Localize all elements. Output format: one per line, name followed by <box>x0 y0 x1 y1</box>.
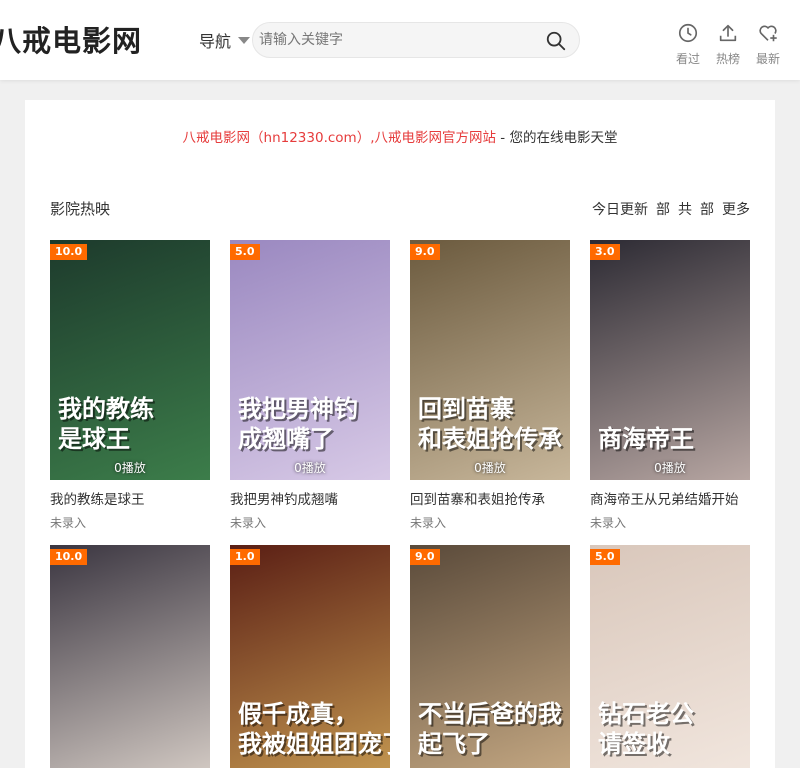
caret-down-icon <box>238 36 251 44</box>
rating-badge: 3.0 <box>590 244 620 260</box>
movie-card[interactable]: 5.0 钻石老公 请签收 <box>590 545 750 768</box>
heart-plus-icon <box>759 25 777 42</box>
rating-badge: 9.0 <box>410 549 440 565</box>
section-link-bu-2[interactable]: 部 <box>700 199 714 219</box>
more-link[interactable]: 更多 <box>722 199 750 219</box>
movie-card[interactable]: 9.0 不当后爸的我 起飞了 <box>410 545 570 768</box>
site-header: 八戒电影网 导航 看过 热榜 <box>0 0 800 80</box>
poster-title-art: 假千成真， 我被姐姐团宠了 <box>238 700 390 758</box>
movie-title[interactable]: 我把男神钓成翘嘴 <box>230 488 390 508</box>
history-button[interactable]: 看过 <box>676 22 700 67</box>
movie-status: 未录入 <box>50 516 87 530</box>
movie-card[interactable]: 10.0 我的教练 是球王 0播放我的教练是球王未录入 <box>50 240 210 531</box>
site-logo[interactable]: 八戒电影网 <box>0 18 142 60</box>
play-count: 0播放 <box>474 461 506 475</box>
movie-poster[interactable]: 10.0 我的教练 是球王 0播放 <box>50 240 210 480</box>
play-count: 0播放 <box>294 461 326 475</box>
movie-poster[interactable]: 5.0 我把男神钓 成翘嘴了 0播放 <box>230 240 390 480</box>
movie-poster[interactable]: 10.0 <box>50 545 210 768</box>
section-link-gong[interactable]: 共 <box>678 199 692 219</box>
movie-poster[interactable]: 9.0 不当后爸的我 起飞了 <box>410 545 570 768</box>
section-links: 今日更新 部 共 部 更多 <box>592 199 750 219</box>
movie-card[interactable]: 1.0 假千成真， 我被姐姐团宠了 <box>230 545 390 768</box>
site-notice: 八戒电影网（hn12330.com）,八戒电影网官方网站 - 您的在线电影天堂 <box>25 126 775 146</box>
movie-poster[interactable]: 9.0 回到苗寨 和表姐抢传承 0播放 <box>410 240 570 480</box>
rating-badge: 1.0 <box>230 549 260 565</box>
movie-poster[interactable]: 1.0 假千成真， 我被姐姐团宠了 <box>230 545 390 768</box>
nav-dropdown[interactable]: 导航 <box>199 28 251 52</box>
movie-status: 未录入 <box>410 516 447 530</box>
rating-badge: 5.0 <box>230 244 260 260</box>
search-input[interactable] <box>259 23 529 57</box>
latest-label: 最新 <box>756 52 781 66</box>
history-label: 看过 <box>676 52 701 66</box>
site-notice-text: - 您的在线电影天堂 <box>496 130 618 146</box>
hot-list-button[interactable]: 热榜 <box>716 22 740 67</box>
movie-status: 未录入 <box>590 516 627 530</box>
poster-title-art: 我把男神钓 成翘嘴了 <box>238 395 358 453</box>
upload-icon <box>719 24 737 42</box>
rating-badge: 10.0 <box>50 244 88 260</box>
nav-label: 导航 <box>199 32 232 51</box>
movie-title[interactable]: 回到苗寨和表姐抢传承 <box>410 488 570 508</box>
clock-icon <box>678 23 698 43</box>
latest-button[interactable]: 最新 <box>756 22 780 67</box>
section-title: 影院热映 <box>50 200 111 218</box>
poster-title-art: 钻石老公 请签收 <box>598 700 694 758</box>
poster-title-art: 商海帝王 <box>598 425 694 453</box>
search-box <box>252 22 580 58</box>
play-count: 0播放 <box>654 461 686 475</box>
poster-title-art: 回到苗寨 和表姐抢传承 <box>418 395 562 453</box>
poster-title-art: 我的教练 是球王 <box>58 395 154 453</box>
movie-card[interactable]: 10.0 <box>50 545 210 768</box>
today-updates-link[interactable]: 今日更新 <box>592 199 648 219</box>
movie-card[interactable]: 9.0 回到苗寨 和表姐抢传承 0播放回到苗寨和表姐抢传承未录入 <box>410 240 570 531</box>
movie-poster[interactable]: 5.0 钻石老公 请签收 <box>590 545 750 768</box>
movie-card[interactable]: 3.0 商海帝王 0播放商海帝王从兄弟结婚开始未录入 <box>590 240 750 531</box>
hot-list-label: 热榜 <box>716 52 741 66</box>
rating-badge: 9.0 <box>410 244 440 260</box>
site-notice-link[interactable]: 八戒电影网（hn12330.com）,八戒电影网官方网站 <box>183 130 496 146</box>
movie-status: 未录入 <box>230 516 267 530</box>
section-link-bu[interactable]: 部 <box>656 199 670 219</box>
movie-title[interactable]: 商海帝王从兄弟结婚开始 <box>590 488 750 508</box>
header-actions: 看过 热榜 最新 <box>676 22 780 67</box>
rating-badge: 10.0 <box>50 549 88 565</box>
search-icon[interactable] <box>545 30 567 52</box>
movie-card[interactable]: 5.0 我把男神钓 成翘嘴了 0播放我把男神钓成翘嘴未录入 <box>230 240 390 531</box>
play-count: 0播放 <box>114 461 146 475</box>
rating-badge: 5.0 <box>590 549 620 565</box>
movie-title[interactable]: 我的教练是球王 <box>50 488 210 508</box>
movie-poster[interactable]: 3.0 商海帝王 0播放 <box>590 240 750 480</box>
poster-title-art: 不当后爸的我 起飞了 <box>418 700 562 758</box>
